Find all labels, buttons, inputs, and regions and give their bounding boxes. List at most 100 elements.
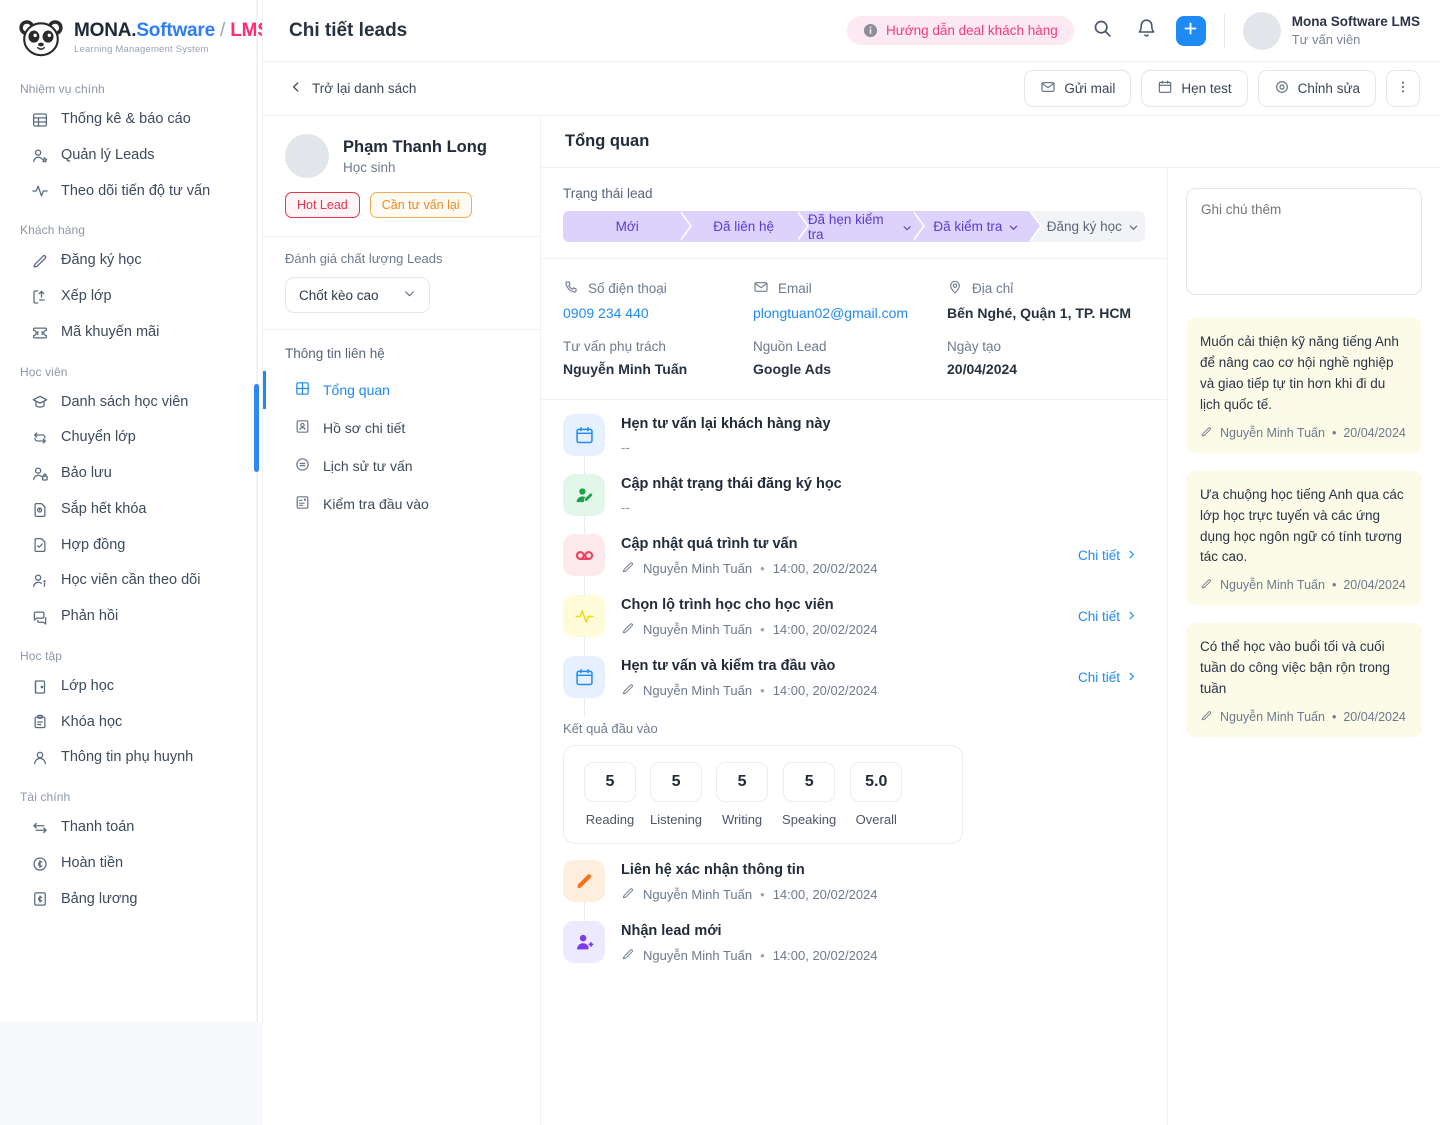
pen-icon	[563, 860, 605, 902]
pen-small-icon	[621, 682, 635, 699]
history-icon	[294, 456, 311, 476]
info-field: Email plongtuan02@gmail.com	[753, 279, 947, 321]
info-label: Tư vấn phụ trách	[563, 339, 666, 354]
search-button[interactable]	[1088, 16, 1118, 46]
more-actions-button[interactable]	[1386, 70, 1420, 107]
timeline-detail-link[interactable]: Chi tiết	[1078, 548, 1145, 563]
action-button-label: Gửi mail	[1064, 81, 1115, 96]
lead-tab-3[interactable]: Lịch sử tư vấn	[263, 447, 540, 485]
action-button-3[interactable]: Chỉnh sửa	[1258, 70, 1376, 107]
timeline-item: Nhận lead mới Nguyễn Minh Tuấn • 14:00, …	[563, 921, 1145, 982]
back-to-list-link[interactable]: Trở lại danh sách	[289, 80, 416, 97]
sidebar-item-1-g1[interactable]: Thống kê & báo cáo	[0, 102, 262, 138]
info-label-wrap: Số điện thoại	[563, 279, 753, 298]
lead-tab-4[interactable]: Kiểm tra đầu vào	[263, 485, 540, 523]
sidebar-item-3-g2[interactable]: Mã khuyến mãi	[0, 315, 262, 351]
separator-dot: •	[760, 948, 765, 963]
note-input[interactable]	[1186, 188, 1422, 295]
notifications-button[interactable]	[1132, 16, 1162, 46]
sidebar-item-2-g1[interactable]: Quản lý Leads	[0, 138, 262, 174]
sidebar-item-label: Thống kê & báo cáo	[61, 109, 191, 131]
note-card[interactable]: Muốn cải thiện kỹ năng tiếng Anh để nâng…	[1186, 318, 1422, 453]
timeline-title: Cập nhật trạng thái đăng ký học	[621, 474, 1145, 495]
timeline-item: Liên hệ xác nhận thông tin Nguyễn Minh T…	[563, 860, 1145, 921]
score-label: Writing	[716, 812, 768, 827]
score-label: Speaking	[782, 812, 836, 827]
lead-quality-select[interactable]: Chốt kèo cao	[285, 277, 430, 313]
info-value[interactable]: plongtuan02@gmail.com	[753, 305, 947, 321]
id-card-icon	[294, 418, 311, 438]
sidebar-item-3-g1[interactable]: Theo dõi tiến độ tư vấn	[0, 174, 262, 210]
action-buttons: Gửi mail Hẹn test Chỉnh sửa	[1024, 70, 1420, 107]
info-icon	[863, 23, 878, 38]
overview-header: Tổng quan	[541, 116, 1440, 168]
info-label-wrap: Ngày tạo	[947, 339, 1145, 354]
status-step-5[interactable]: Đăng ký học	[1029, 211, 1145, 242]
sidebar-item-4-g3[interactable]: Sắp hết khóa	[0, 492, 262, 528]
sidebar-item-3-g3[interactable]: Bảo lưu	[0, 456, 262, 492]
chevron-down-icon	[1128, 221, 1139, 232]
sidebar-item-2-g5[interactable]: Hoàn tiền	[0, 846, 262, 882]
guide-banner[interactable]: Hướng dẫn deal khách hàng	[847, 16, 1074, 45]
mail-icon	[753, 279, 769, 298]
chevron-left-icon	[289, 80, 303, 97]
info-label: Số điện thoại	[588, 281, 667, 296]
voicemail-icon	[563, 534, 605, 576]
door-icon	[30, 677, 49, 696]
info-label-wrap: Email	[753, 279, 947, 298]
sidebar-item-7-g3[interactable]: Phản hồi	[0, 599, 262, 635]
sidebar-item-6-g3[interactable]: Học viên cần theo dõi	[0, 563, 262, 599]
timeline-detail-link[interactable]: Chi tiết	[1078, 609, 1145, 624]
guide-label: Hướng dẫn deal khách hàng	[886, 23, 1058, 38]
brand-lms: LMS	[230, 20, 263, 41]
user-menu[interactable]: Mona Software LMS Tư vấn viên	[1243, 12, 1420, 50]
info-value[interactable]: 0909 234 440	[563, 305, 753, 321]
add-button[interactable]	[1176, 16, 1206, 46]
lead-tab-2[interactable]: Hồ sơ chi tiết	[263, 409, 540, 447]
timeline-title: Cập nhật quá trình tư vấn	[621, 534, 1078, 555]
note-card[interactable]: Ưa chuộng học tiếng Anh qua các lớp học …	[1186, 471, 1422, 606]
timeline-body: Cập nhật quá trình tư vấn Nguyễn Minh Tu…	[621, 534, 1145, 595]
graduation-cap-icon	[30, 393, 49, 412]
sidebar-item-1-g2[interactable]: Đăng ký học	[0, 243, 262, 279]
sidebar-item-5-g3[interactable]: Hợp đồng	[0, 528, 262, 564]
status-step-4[interactable]: Đã kiểm tra	[912, 211, 1028, 242]
sidebar-scrollbar-thumb[interactable]	[254, 384, 259, 472]
timeline-author: Nguyễn Minh Tuấn	[643, 948, 752, 963]
timeline-title: Nhận lead mới	[621, 921, 1145, 942]
sidebar-item-label: Thông tin phụ huynh	[61, 747, 193, 769]
brand-subtitle: Learning Management System	[74, 44, 263, 55]
user-star-icon	[30, 146, 49, 165]
sidebar-item-label: Đăng ký học	[61, 250, 142, 272]
sidebar-item-2-g4[interactable]: Khóa học	[0, 705, 262, 741]
sidebar-item-3-g4[interactable]: Thông tin phụ huynh	[0, 740, 262, 776]
action-button-2[interactable]: Hẹn test	[1141, 70, 1247, 107]
sidebar-item-1-g4[interactable]: Lớp học	[0, 669, 262, 705]
note-date: 20/04/2024	[1343, 710, 1406, 724]
panda-logo-icon	[18, 18, 64, 58]
timeline-detail-link[interactable]: Chi tiết	[1078, 670, 1145, 685]
sidebar-item-1-g3[interactable]: Danh sách học viên	[0, 385, 262, 421]
sidebar-item-1-g5[interactable]: Thanh toán	[0, 810, 262, 846]
separator-dot: •	[1332, 426, 1336, 440]
sidebar-item-2-g2[interactable]: Xếp lớp	[0, 279, 262, 315]
sidebar-item-label: Mã khuyến mãi	[61, 322, 159, 344]
sidebar-scroll-track[interactable]	[256, 0, 258, 1022]
action-button-1[interactable]: Gửi mail	[1024, 70, 1131, 107]
note-card[interactable]: Có thể học vào buổi tối và cuối tuần do …	[1186, 623, 1422, 737]
sidebar-item-2-g3[interactable]: Chuyển lớp	[0, 420, 262, 456]
status-step-1[interactable]: Mới	[563, 211, 679, 242]
sidebar-group-label: Khách hàng	[0, 209, 262, 243]
brand-logo[interactable]: MONA.Software / LMS Learning Management …	[0, 0, 262, 68]
note-author: Nguyễn Minh Tuấn	[1220, 710, 1325, 724]
status-step-3[interactable]: Đã hẹn kiểm tra	[796, 211, 912, 242]
lead-tab-1[interactable]: Tổng quan	[263, 371, 540, 409]
note-meta: Nguyễn Minh Tuấn • 20/04/2024	[1200, 709, 1408, 725]
note-date: 20/04/2024	[1343, 426, 1406, 440]
sidebar-item-3-g5[interactable]: Bảng lương	[0, 882, 262, 918]
status-step-2[interactable]: Đã liên hệ	[679, 211, 795, 242]
pen-small-icon	[621, 886, 635, 903]
phone-icon	[563, 279, 579, 298]
score-value: 5	[650, 762, 702, 802]
note-text: Có thể học vào buổi tối và cuối tuần do …	[1200, 637, 1408, 700]
